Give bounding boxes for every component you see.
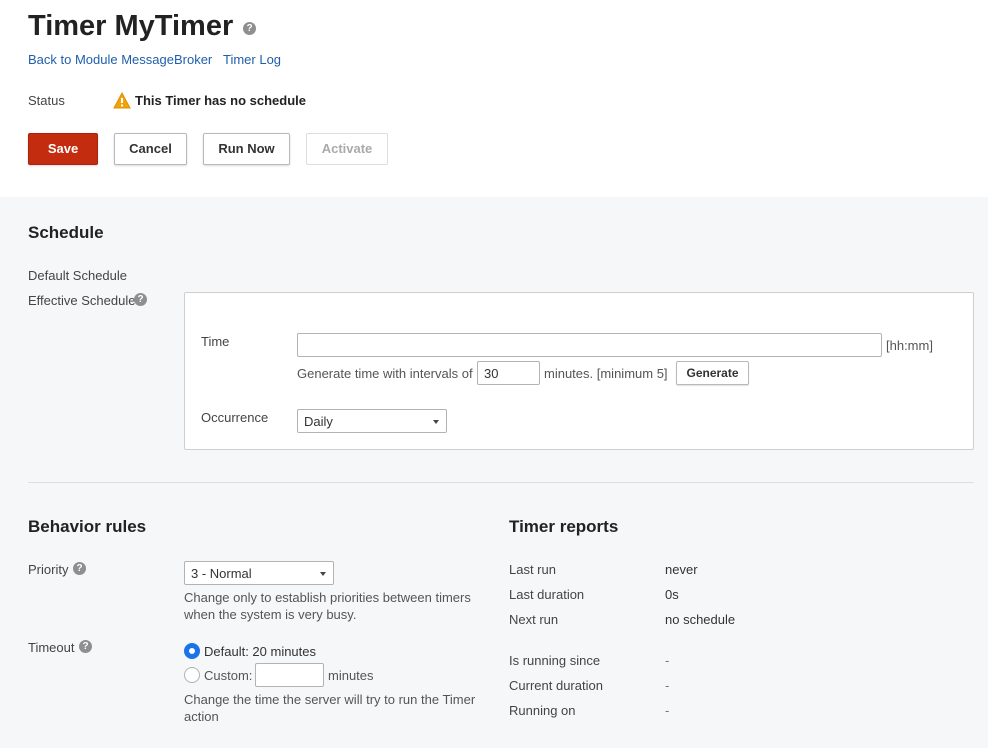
generate-suffix-text: minutes. [minimum 5]	[544, 366, 668, 381]
timeout-custom-label: Custom:	[204, 668, 253, 683]
report-label-last-duration: Last duration	[509, 587, 585, 602]
page-title: Timer MyTimer	[28, 10, 234, 42]
timeout-hint-line-1: Change the time the server will try to r…	[184, 692, 476, 707]
question-icon[interactable]: ?	[73, 562, 86, 575]
status-label: Status	[28, 93, 65, 108]
timeout-default-label: Default: 20 minutes	[204, 644, 317, 659]
occurrence-value: Daily	[304, 414, 333, 429]
report-label-last-run: Last run	[509, 562, 556, 577]
save-button[interactable]: Save	[28, 133, 98, 165]
report-label-running-on: Running on	[509, 703, 576, 718]
question-icon[interactable]: ?	[134, 293, 147, 306]
effective-schedule-label: Effective Schedule	[28, 293, 136, 308]
priority-label: Priority	[28, 562, 69, 577]
report-label-is-running-since: Is running since	[509, 653, 601, 668]
details-section	[0, 197, 988, 748]
priority-hint-line-1: Change only to establish priorities betw…	[184, 590, 471, 605]
interval-input[interactable]	[477, 361, 540, 385]
chevron-down-icon	[320, 572, 326, 576]
run-now-button[interactable]: Run Now	[203, 133, 290, 165]
cancel-button[interactable]: Cancel	[114, 133, 187, 165]
timeout-custom-input[interactable]	[255, 663, 324, 687]
timer-log-link[interactable]: Timer Log	[223, 52, 281, 67]
question-icon[interactable]: ?	[79, 640, 92, 653]
default-schedule-label: Default Schedule	[28, 268, 128, 283]
time-input[interactable]	[297, 333, 882, 357]
timeout-hint-line-2: action	[184, 709, 219, 724]
occurrence-label: Occurrence	[201, 410, 269, 425]
report-value-running-on: -	[665, 703, 670, 718]
report-value-current-duration: -	[665, 678, 670, 693]
report-label-current-duration: Current duration	[509, 678, 603, 693]
priority-hint-line-2: when the system is very busy.	[184, 607, 357, 622]
section-divider	[28, 482, 974, 483]
timeout-unit-text: minutes	[328, 668, 374, 683]
warning-icon	[113, 92, 131, 109]
timeout-default-radio[interactable]	[184, 643, 200, 659]
occurrence-select[interactable]: Daily	[297, 409, 447, 433]
timeout-label: Timeout	[28, 640, 75, 655]
report-value-is-running-since: -	[665, 653, 670, 668]
report-label-next-run: Next run	[509, 612, 559, 627]
generate-button[interactable]: Generate	[676, 361, 749, 385]
time-label: Time	[201, 334, 230, 349]
timer-reports-heading: Timer reports	[509, 517, 619, 536]
schedule-heading: Schedule	[28, 223, 104, 242]
time-format-hint: [hh:mm]	[886, 338, 933, 353]
generate-prefix-text: Generate time with intervals of	[297, 366, 473, 381]
report-value-last-duration: 0s	[665, 587, 679, 602]
report-value-last-run: never	[665, 562, 698, 577]
chevron-down-icon	[433, 420, 439, 424]
activate-button: Activate	[306, 133, 388, 165]
report-value-next-run: no schedule	[665, 612, 736, 627]
question-icon[interactable]: ?	[243, 22, 256, 35]
priority-value: 3 - Normal	[191, 566, 252, 581]
timeout-custom-radio[interactable]	[184, 667, 200, 683]
priority-select[interactable]: 3 - Normal	[184, 561, 334, 585]
status-text: This Timer has no schedule	[135, 93, 306, 108]
back-to-module-link[interactable]: Back to Module MessageBroker	[28, 52, 212, 67]
behavior-rules-heading: Behavior rules	[28, 517, 147, 536]
